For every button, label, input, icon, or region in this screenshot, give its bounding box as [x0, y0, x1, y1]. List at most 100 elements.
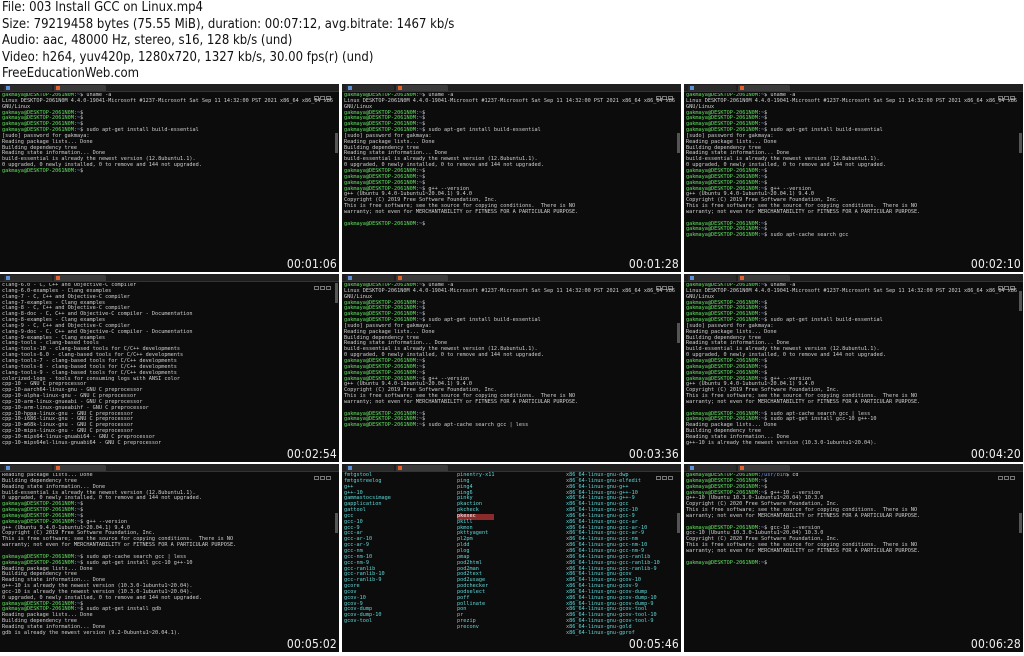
ubuntu-icon	[398, 86, 402, 90]
terminal-tab-active	[396, 275, 448, 281]
terminal-line: Linux DESKTOP-2061N0M 4.4.0-19041-Micros…	[344, 97, 675, 104]
timestamp: 00:02:10	[970, 257, 1021, 271]
ubuntu-icon	[740, 466, 744, 470]
terminal-scrollbar[interactable]	[677, 473, 680, 636]
terminal-tab	[346, 465, 394, 471]
terminal-tab	[688, 275, 736, 281]
terminal-output: Reading package lists... Done Building de…	[2, 473, 333, 636]
terminal-tab-active	[54, 85, 106, 91]
terminal-tab	[346, 85, 394, 91]
prompt-user: gakmaya@DESKTOP-2061N0M:	[2, 167, 77, 174]
timestamp: 00:01:06	[286, 257, 337, 271]
terminal-tab-active	[396, 85, 448, 91]
ubuntu-icon	[56, 276, 60, 280]
terminal-output: gakmaya@DESKTOP-2061N0M:~$ uname -a Linux…	[344, 93, 675, 256]
terminal-titlebar	[0, 274, 339, 290]
terminal-scrollbar[interactable]	[677, 283, 680, 446]
terminal-output: gakmaya@DESKTOP-2061N0M:~$ uname -a Linux…	[2, 93, 333, 256]
listing-item: preconv	[457, 623, 479, 630]
listing-column: x86_64-linux-gnu-dwp x86_64-linux-gnu-elf…	[566, 472, 660, 637]
terminal-output: gakmaya@DESKTOP-2061N0M:~$ uname -a Linux…	[686, 283, 1017, 446]
scrollbar-thumb[interactable]	[1019, 291, 1022, 311]
video-thumbnail: gakmaya@DESKTOP-2061N0M:/usr/bin$ cd gakm…	[684, 464, 1023, 652]
window-controls	[997, 465, 1021, 480]
scrollbar-thumb[interactable]	[1019, 513, 1022, 533]
timestamp: 00:01:28	[628, 257, 679, 271]
terminal-scrollbar[interactable]	[1019, 93, 1022, 256]
prompt-user: gakmaya@DESKTOP-2061N0M:	[2, 518, 77, 525]
scrollbar-thumb[interactable]	[335, 513, 338, 533]
powershell-icon	[348, 466, 352, 470]
window-controls	[313, 275, 337, 290]
timestamp: 00:03:36	[628, 447, 679, 461]
command-text: $ sudo apt-get install build-essential	[422, 317, 541, 324]
powershell-icon	[690, 86, 694, 90]
terminal-tab-active	[54, 465, 106, 471]
terminal-output: gakmaya@DESKTOP-2061N0M:~$ uname -a Linux…	[344, 283, 675, 446]
video-info-header: File: 003 Install GCC on Linux.mp4 Size:…	[2, 0, 1022, 84]
terminal-scrollbar[interactable]	[335, 93, 338, 256]
terminal-scrollbar[interactable]	[1019, 473, 1022, 636]
command-text: $ sudo apt-cache search gcc	[764, 232, 849, 239]
terminal-scrollbar[interactable]	[335, 283, 338, 446]
command-text: $	[422, 220, 426, 227]
window-controls	[313, 85, 337, 100]
window-controls	[997, 85, 1021, 100]
powershell-icon	[6, 466, 10, 470]
terminal-scrollbar[interactable]	[677, 93, 680, 256]
terminal-tab-active	[54, 275, 106, 281]
video-thumbnail: Reading package lists... Done Building de…	[0, 464, 339, 652]
command-text: $ g++ --version	[80, 518, 127, 525]
window-controls	[997, 275, 1021, 290]
scrollbar-thumb[interactable]	[677, 323, 680, 343]
scrollbar-thumb[interactable]	[335, 133, 338, 153]
prompt-user: gakmaya@DESKTOP-2061N0M:	[2, 559, 77, 566]
powershell-icon	[690, 466, 694, 470]
terminal-line: Linux DESKTOP-2061N0M 4.4.0-19041-Micros…	[2, 97, 333, 104]
terminal-scrollbar[interactable]	[1019, 283, 1022, 446]
watermark-line: FreeEducationWeb.com	[2, 66, 140, 81]
terminal-titlebar	[342, 464, 681, 480]
timestamp: 00:04:20	[970, 447, 1021, 461]
terminal-titlebar	[342, 274, 681, 290]
command-text: $ sudo apt-get install build-essential	[80, 127, 199, 134]
terminal-output: clang-6.0 - C, C++ and Objective-C compi…	[2, 283, 333, 446]
command-text: $ cd	[785, 473, 799, 478]
window-controls	[313, 465, 337, 480]
terminal-titlebar	[684, 274, 1023, 290]
terminal-line: gakmaya@DESKTOP-2061N0M:~$	[686, 559, 1017, 567]
video-thumbnail: clang-6.0 - C, C++ and Objective-C compi…	[0, 274, 339, 462]
terminal-line: Linux DESKTOP-2061N0M 4.4.0-19041-Micros…	[686, 97, 1017, 104]
listing-column: pinentry-x11 ping ping4 ping6 pinky pkaction p…	[457, 472, 495, 631]
prompt-user: gakmaya@DESKTOP-2061N0M:	[344, 220, 419, 227]
scrollbar-thumb[interactable]	[677, 513, 680, 533]
scrollbar-thumb[interactable]	[1019, 133, 1022, 153]
powershell-icon	[348, 276, 352, 280]
listing-column: fmtgstool fmtgstreelog g++ g++-10 gammastocs…	[344, 472, 391, 625]
terminal-line: cpp-10-mips64el-linux-gnuabi64 - GNU C p…	[2, 439, 162, 446]
size-line: Size: 79219458 bytes (75.55 MiB), durati…	[2, 16, 455, 32]
file-line: File: 003 Install GCC on Linux.mp4	[2, 0, 203, 15]
terminal-tab	[346, 275, 394, 281]
command-text: $	[764, 559, 768, 566]
terminal-listing: fmtgstool fmtgstreelog g++ g++-10 gammastocs…	[344, 472, 675, 637]
window-controls	[655, 465, 679, 480]
terminal-scrollbar[interactable]	[335, 473, 338, 636]
terminal-tab-active	[738, 275, 790, 281]
scrollbar-thumb[interactable]	[677, 133, 680, 153]
terminal-titlebar	[684, 84, 1023, 100]
terminal-line: gakmaya@DESKTOP-2061N0M:~$ sudo apt-cach…	[686, 232, 1017, 239]
ubuntu-icon	[56, 86, 60, 90]
scrollbar-thumb[interactable]	[335, 283, 338, 303]
powershell-icon	[6, 276, 10, 280]
terminal-titlebar	[684, 464, 1023, 480]
video-thumbnail: gakmaya@DESKTOP-2061N0M:~$ uname -a Linux…	[342, 274, 681, 462]
terminal-output: gakmaya@DESKTOP-2061N0M:~$ uname -a Linux…	[686, 93, 1017, 256]
ubuntu-icon	[56, 466, 60, 470]
powershell-icon	[348, 86, 352, 90]
terminal-output: gakmaya@DESKTOP-2061N0M:/usr/bin$ cd gakm…	[686, 473, 1017, 636]
terminal-titlebar	[342, 84, 681, 100]
window-controls	[655, 275, 679, 290]
command-text: $ sudo apt-get install build-essential	[764, 317, 883, 324]
timestamp: 00:06:28	[970, 637, 1021, 651]
